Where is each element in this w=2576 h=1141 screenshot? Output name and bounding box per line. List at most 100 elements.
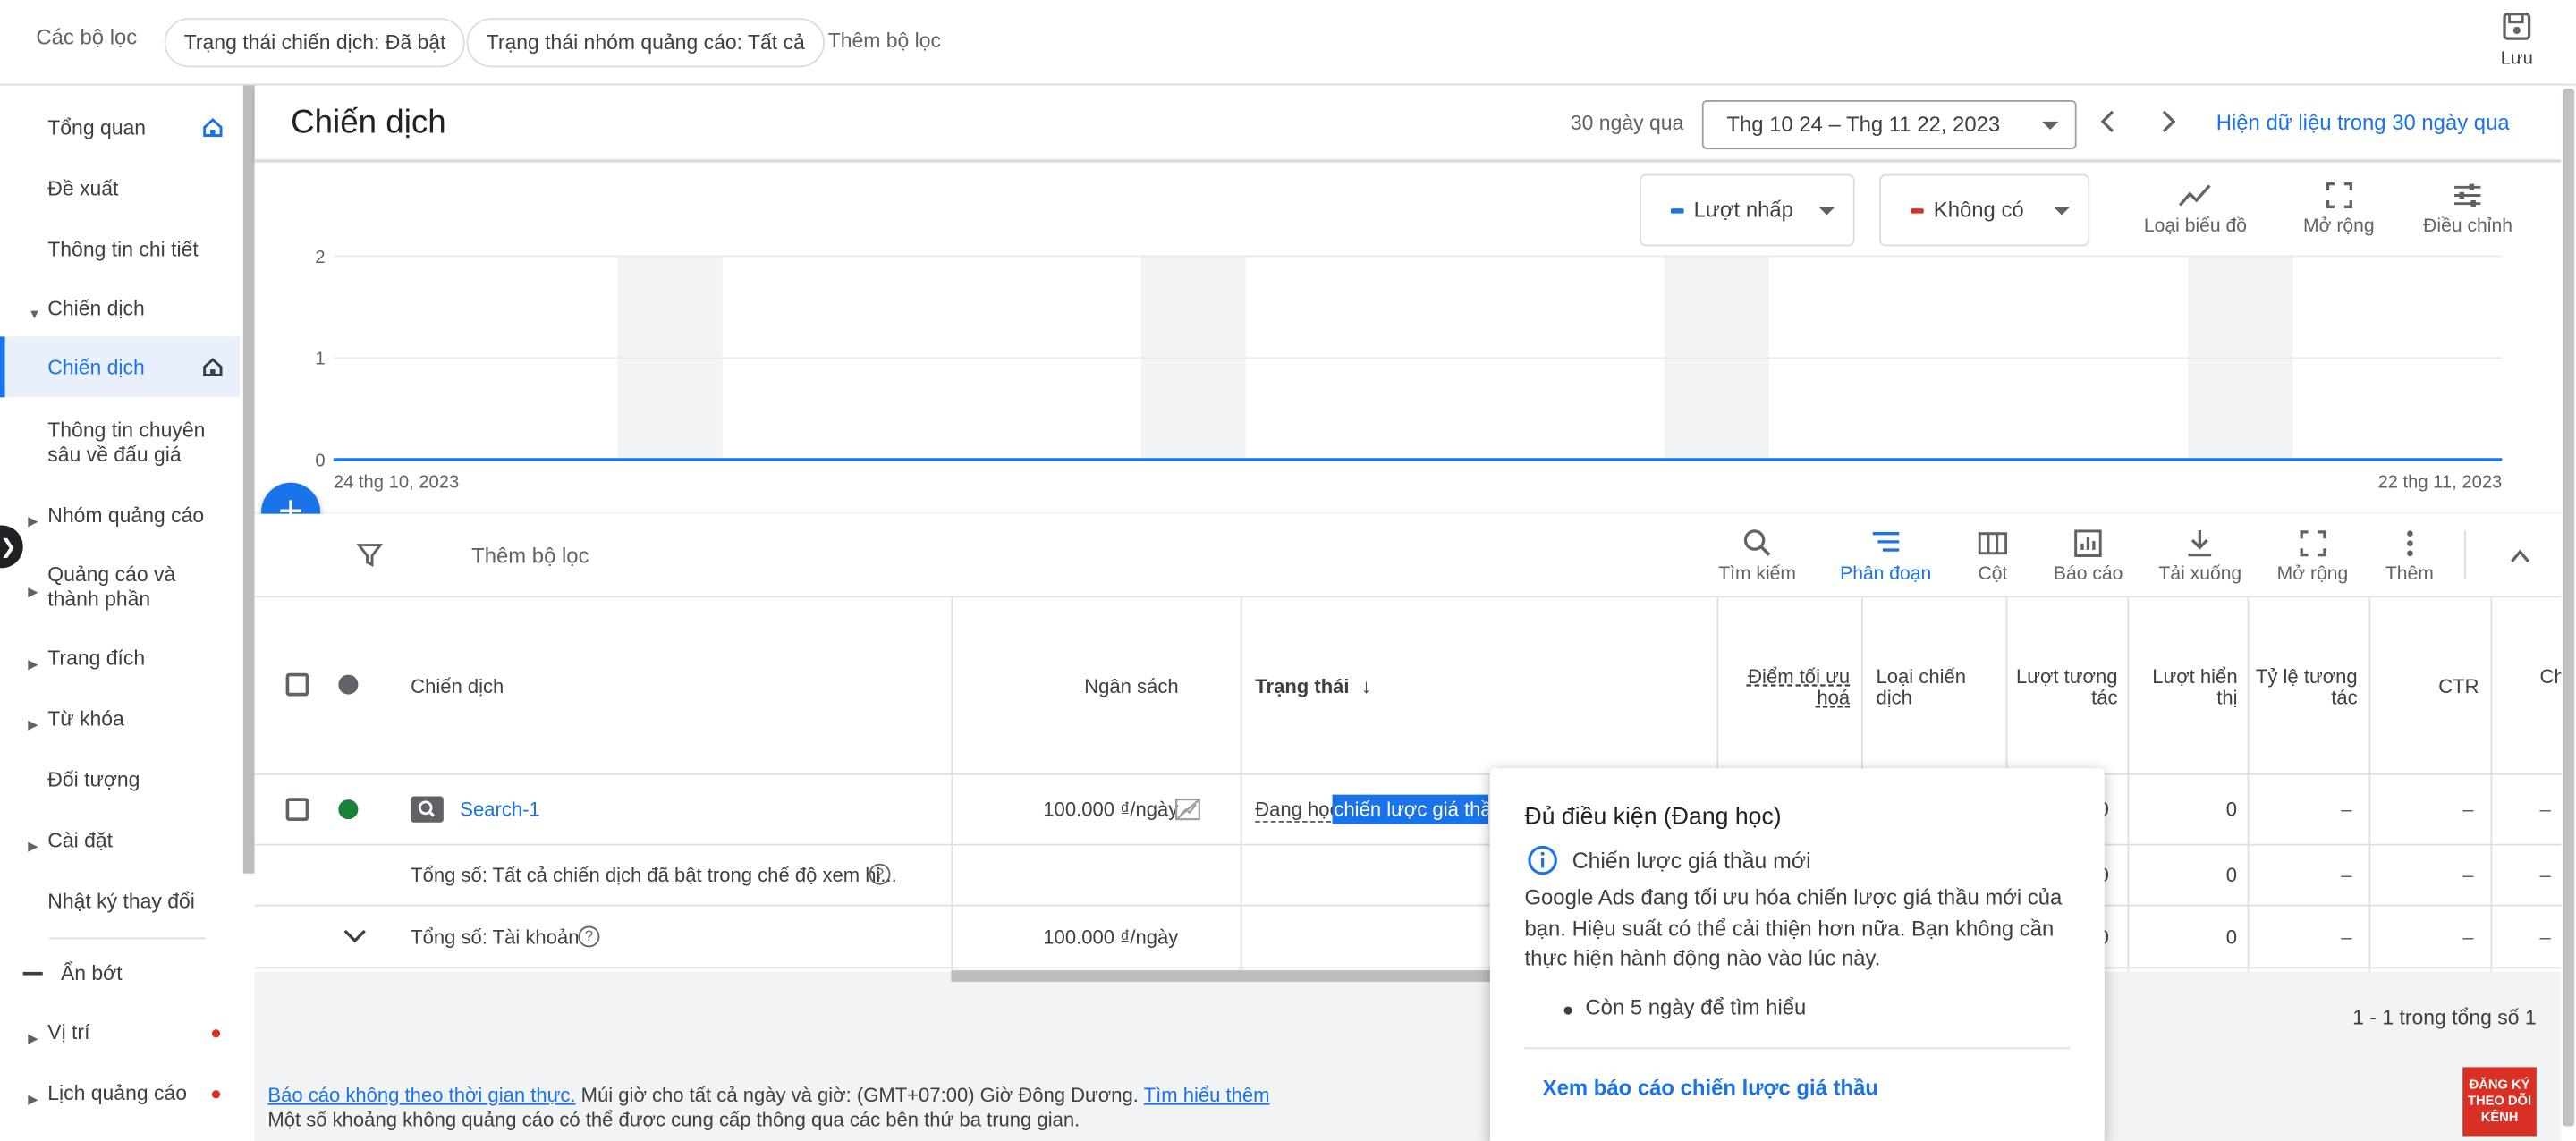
sidebar-item-label: Tổng quan [47, 116, 147, 140]
total-impressions: 0 [2225, 863, 2238, 887]
sidebar-item-overview[interactable]: Tổng quan [0, 116, 240, 141]
chart-adjust-button[interactable]: Điều chỉnh [2423, 181, 2512, 236]
page-scrollbar[interactable] [2561, 85, 2576, 1141]
header-interactions[interactable]: Lượt tương tác [2012, 665, 2118, 709]
home-icon [203, 358, 223, 376]
sidebar-item-ad-schedule[interactable]: ▶ Lịch quảng cáo [0, 1082, 240, 1106]
learn-more-link[interactable]: Tìm hiểu thêm [1144, 1084, 1270, 1107]
sidebar-item-ads-assets[interactable]: ▶ Quảng cáo và thành phần [0, 563, 230, 613]
sidebar-item-auction-insights[interactable]: Thông tin chuyên sâu về đấu giá [0, 418, 230, 468]
help-icon[interactable]: ? [578, 925, 600, 948]
header-optimization-score[interactable]: Điểm tối ưu hoá [1741, 665, 1850, 709]
campaign-name-link[interactable]: Search-1 [460, 798, 539, 821]
row-checkbox[interactable] [285, 798, 309, 821]
add-filter-input[interactable]: Thêm bộ lọc [471, 544, 589, 569]
budget-chart-icon[interactable] [1174, 798, 1200, 821]
total-account-label: Tổng số: Tài khoản [411, 925, 580, 950]
save-button[interactable]: Lưu [2484, 10, 2549, 69]
download-icon [2188, 530, 2212, 557]
x-tick-label-start: 24 thg 10, 2023 [334, 472, 459, 492]
caret-down-icon [1818, 207, 1835, 216]
sidebar-show-less[interactable]: Ẩn bớt [0, 962, 240, 987]
status-learning-text[interactable]: Đang học [1255, 798, 1340, 823]
sidebar-group-campaigns[interactable]: ▼ Chiến dịch [0, 297, 240, 322]
sidebar-item-ad-groups[interactable]: ▶ Nhóm quảng cáo [0, 504, 240, 529]
sidebar-item-recommendations[interactable]: Đề xuất [0, 177, 240, 202]
popover-title: Đủ điều kiện (Đang học) [1524, 804, 1782, 832]
bar-chart-icon [2074, 529, 2102, 557]
chart-type-button[interactable]: Loại biểu đồ [2144, 181, 2247, 236]
popover-body: Google Ads đang tối ưu hóa chiến lược gi… [1524, 884, 2063, 971]
segment-button[interactable]: Phân đoạn [1840, 527, 1931, 585]
select-all-checkbox[interactable] [285, 672, 309, 697]
collapse-up-icon[interactable] [2509, 545, 2532, 569]
more-button[interactable]: Thêm [2385, 527, 2434, 585]
y-tick-label: 2 [315, 248, 325, 267]
view-bid-strategy-report-link[interactable]: Xem báo cáo chiến lược giá thầu [1543, 1076, 1878, 1101]
chevron-down-icon[interactable] [342, 926, 368, 946]
chevron-right-icon [2162, 110, 2176, 133]
download-button[interactable]: Tải xuống [2158, 527, 2241, 585]
subscribe-badge[interactable]: ĐĂNG KÝ THEO DÕI KÊNH [2462, 1067, 2537, 1137]
metric-selector-primary[interactable]: Lượt nhấp [1640, 173, 1855, 247]
help-icon[interactable]: ? [869, 863, 891, 885]
header-ctr[interactable]: CTR [2390, 676, 2479, 697]
date-range-picker[interactable]: Thg 10 24 – Thg 11 22, 2023 [1701, 99, 2077, 150]
status-strategy-text[interactable]: chiến lược giá thầu [1332, 794, 1489, 824]
fullscreen-icon [2326, 182, 2352, 208]
reports-button[interactable]: Báo cáo [2054, 527, 2123, 585]
header-campaign[interactable]: Chiến dịch [411, 676, 504, 697]
sidebar-item-insights[interactable]: Thông tin chi tiết [0, 238, 240, 263]
footer-line-2: Một số khoảng không quảng cáo có thể đượ… [267, 1108, 1080, 1132]
show-30-days-link[interactable]: Hiện dữ liệu trong 30 ngày qua [2216, 110, 2510, 135]
total-row-enabled: Tổng số: Tất cả chiến dịch đã bật trong … [254, 846, 2562, 907]
search-icon [1743, 529, 1770, 556]
header-interaction-rate[interactable]: Tỷ lệ tương tác [2252, 665, 2358, 709]
caret-right-icon: ▶ [28, 656, 38, 672]
sidebar-item-settings[interactable]: ▶ Cài đặt [0, 829, 240, 854]
metric-selector-secondary[interactable]: Không có [1879, 173, 2090, 247]
sidebar-item-landing-pages[interactable]: ▶ Trang đích [0, 647, 240, 672]
sort-desc-icon: ↓ [1361, 674, 1372, 698]
not-realtime-link[interactable]: Báo cáo không theo thời gian thực. [267, 1084, 575, 1107]
filter-icon[interactable] [356, 542, 383, 568]
popover-bullet: Còn 5 ngày để tìm hiểu [1585, 994, 1807, 1020]
sidebar-item-campaigns[interactable]: Chiến dịch [0, 336, 241, 398]
campaign-budget[interactable]: 100.000 ₫/ngày [1043, 798, 1178, 821]
sidebar-item-change-history[interactable]: Nhật ký thay đổi [0, 890, 240, 915]
caret-right-icon: ▶ [28, 1031, 38, 1046]
app-root: Các bộ lọc Trạng thái chiến dịch: Đã bật… [0, 0, 2576, 1141]
fullscreen-icon [2299, 530, 2326, 557]
sidebar-item-keywords[interactable]: ▶ Từ khóa [0, 707, 240, 732]
chart-expand-button[interactable]: Mở rộng [2303, 181, 2375, 236]
table-horizontal-scrollbar[interactable] [951, 970, 1494, 982]
header-extra[interactable]: Ch tr... [2540, 666, 2563, 688]
chevron-left-icon [2100, 110, 2114, 133]
add-filter-link[interactable]: Thêm bộ lọc [828, 30, 941, 53]
sidebar-item-label: Từ khóa [47, 707, 124, 731]
total-account-rate: – [2341, 925, 2352, 950]
sidebar-item-locations[interactable]: ▶ Vị trí [0, 1021, 240, 1046]
header-status[interactable]: Trạng thái ↓ [1255, 676, 1371, 697]
columns-button[interactable]: Cột [1977, 527, 2010, 585]
sidebar-scrollbar[interactable] [242, 85, 255, 874]
next-period-button[interactable] [2158, 108, 2178, 143]
sidebar-item-label: Chiến dịch [47, 297, 145, 321]
previous-period-button[interactable] [2097, 108, 2117, 143]
search-button[interactable]: Tìm kiếm [1718, 527, 1796, 585]
page-scrollbar-thumb[interactable] [2563, 89, 2575, 1127]
sidebar-item-label: Cài đặt [47, 829, 114, 852]
total-extra: – [2539, 863, 2551, 887]
expand-table-button[interactable]: Mở rộng [2277, 527, 2348, 585]
y-tick-label: 0 [315, 451, 325, 470]
popover-subtitle: Chiến lược giá thầu mới [1572, 849, 1811, 874]
header-budget[interactable]: Ngân sách [1084, 676, 1178, 697]
sidebar-item-audiences[interactable]: Đối tượng [0, 768, 240, 793]
header-campaign-type[interactable]: Loại chiến dịch [1877, 665, 1992, 709]
sidebar-item-label: Quảng cáo và thành phần [47, 562, 176, 611]
filter-chip-adgroup-status[interactable]: Trạng thái nhóm quảng cáo: Tất cả [466, 18, 825, 68]
header-impressions[interactable]: Lượt hiển thị [2144, 665, 2237, 709]
filter-chip-campaign-status[interactable]: Trạng thái chiến dịch: Đã bật [164, 18, 466, 68]
table-header: Chiến dịch Ngân sách Trạng thái ↓ Điểm t… [254, 597, 2563, 775]
chart-card: 2 1 0 24 thg 10, 2023 22 thg 11, 2023 Lượt n… [254, 162, 2562, 512]
